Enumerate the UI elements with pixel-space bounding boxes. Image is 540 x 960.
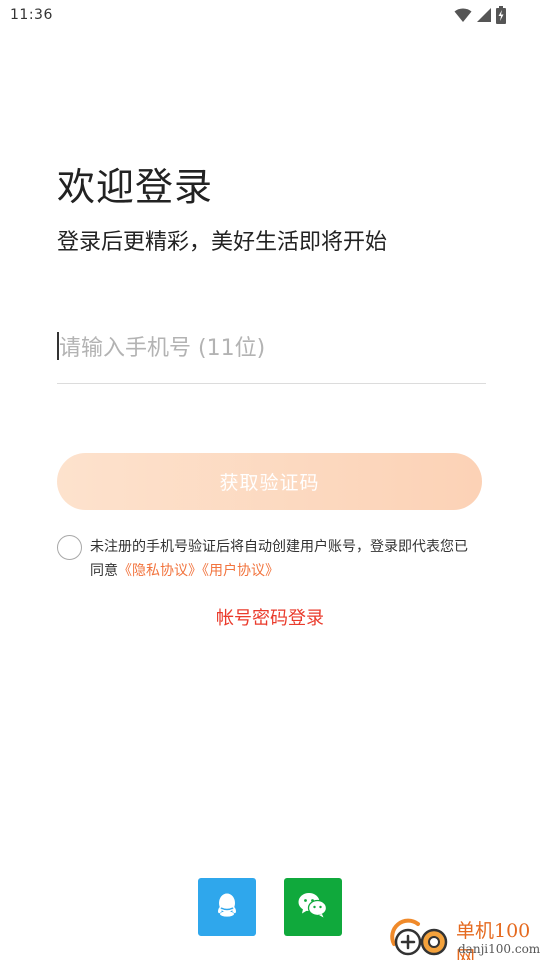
qq-icon [212, 890, 242, 924]
privacy-policy-link[interactable]: 《隐私协议》 [118, 563, 202, 579]
status-time: 11:36 [10, 7, 53, 23]
agreement-text: 未注册的手机号验证后将自动创建用户账号，登录即代表您已同意《隐私协议》《用户协议… [90, 535, 480, 583]
get-code-button[interactable]: 获取验证码 [57, 453, 482, 510]
wechat-icon [297, 890, 329, 924]
cellular-signal-icon [476, 7, 492, 23]
page-subtitle: 登录后更精彩，美好生活即将开始 [57, 230, 388, 255]
phone-input[interactable] [57, 326, 486, 370]
phone-input-container [57, 322, 486, 384]
user-agreement-link[interactable]: 《用户协议》 [202, 563, 279, 579]
status-icons [454, 6, 506, 24]
get-code-label: 获取验证码 [219, 472, 320, 494]
qq-login-button[interactable] [198, 878, 256, 936]
watermark-url: danji100.com [458, 942, 540, 956]
password-login-link[interactable]: 帐号密码登录 [0, 604, 540, 630]
wifi-icon [454, 7, 472, 23]
wechat-login-button[interactable] [284, 878, 342, 936]
status-bar: 11:36 [0, 0, 540, 32]
agreement-checkbox[interactable] [57, 535, 82, 560]
text-cursor [57, 332, 59, 360]
battery-charging-icon [496, 6, 506, 24]
page-title: 欢迎登录 [57, 165, 214, 209]
site-watermark: 单机100网 danji100.com [388, 912, 540, 960]
